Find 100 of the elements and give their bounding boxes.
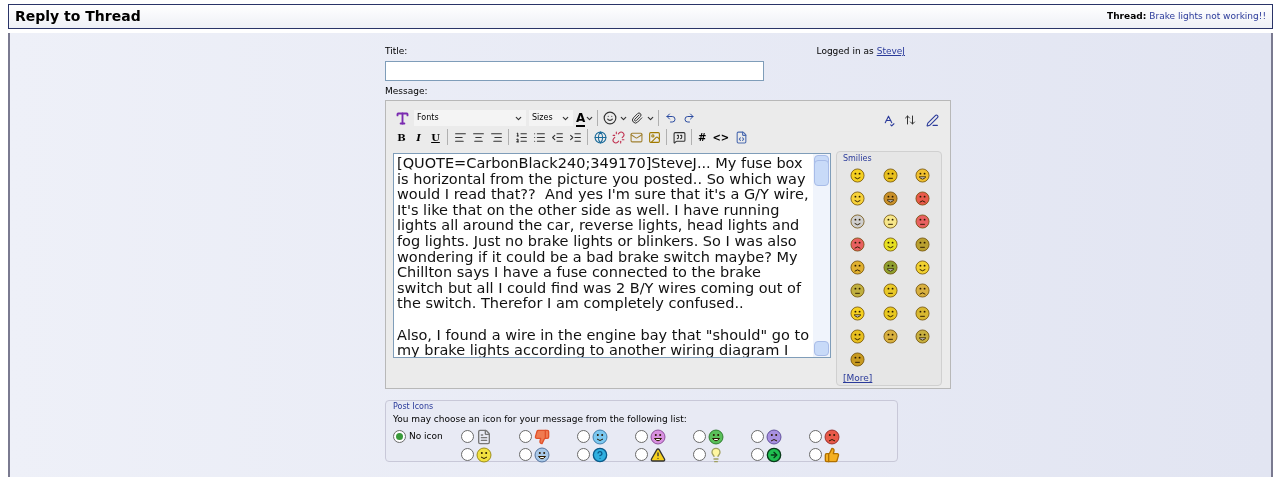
smiley-button[interactable]	[849, 167, 866, 184]
radio-button[interactable]	[751, 448, 764, 461]
smiley-button[interactable]	[881, 167, 899, 184]
post-icons-instruction: You may choose an icon for your message from the following list:	[393, 413, 687, 426]
smiley-icon	[850, 168, 865, 183]
smiley-icon	[882, 168, 898, 183]
smiley-icon	[882, 214, 898, 229]
code-file-icon	[734, 130, 748, 144]
envelope-icon	[629, 130, 643, 144]
logged-in-text: Logged in as	[816, 45, 874, 58]
radio-button[interactable]	[461, 448, 474, 461]
smiley-icon	[882, 283, 898, 298]
smiley-button[interactable]	[849, 351, 866, 368]
up-down-arrows-icon	[904, 114, 916, 126]
smiley-icon	[882, 237, 898, 252]
arrow-right-icon	[766, 446, 782, 463]
radio-button[interactable]	[635, 448, 648, 461]
tag-button[interactable]: <>	[709, 128, 733, 146]
radio-button[interactable]	[577, 430, 590, 443]
smiley-icon	[915, 260, 931, 275]
smiley-button[interactable]	[914, 305, 932, 322]
radio-button[interactable]	[519, 430, 532, 443]
smiley-button[interactable]	[881, 213, 899, 230]
smiley-button[interactable]	[849, 282, 866, 299]
post-icons-legend: Post Icons	[393, 401, 434, 413]
angry-face-icon	[824, 428, 840, 445]
format-button[interactable]: B	[393, 128, 410, 146]
smiley-button[interactable]	[914, 167, 932, 184]
image-icon	[647, 130, 661, 144]
smiley-button[interactable]	[914, 282, 932, 299]
smiley-icon	[603, 111, 618, 125]
indent-icon	[568, 130, 582, 144]
font-color-button[interactable]: A	[576, 109, 586, 127]
smiley-icon	[650, 428, 666, 445]
font-select[interactable]: Fonts	[414, 110, 526, 126]
grin-icon	[708, 428, 724, 445]
radio-button[interactable]	[635, 430, 648, 443]
paperclip-icon	[631, 112, 644, 124]
numbered-list-icon	[514, 130, 528, 144]
smiley-button[interactable]	[914, 259, 932, 276]
bullet-list-icon	[532, 130, 546, 144]
smiley-icon	[850, 352, 865, 367]
title-field[interactable]	[385, 60, 764, 81]
radio-button[interactable]	[751, 430, 764, 443]
radio-button[interactable]	[393, 429, 406, 443]
format-button[interactable]: U	[427, 128, 444, 146]
smiley-button[interactable]	[881, 305, 899, 322]
sad-face-icon	[766, 428, 782, 445]
smiley-button[interactable]	[914, 213, 932, 230]
thread-link[interactable]: Brake lights not working!!	[1149, 9, 1266, 24]
radio-button[interactable]	[809, 430, 822, 443]
smiley-button[interactable]	[849, 190, 866, 207]
smiley-button[interactable]	[881, 282, 899, 299]
smiley-icon	[476, 446, 492, 463]
smiley-button[interactable]	[849, 213, 866, 230]
smiley-button[interactable]	[881, 190, 899, 207]
more-link[interactable]: [More]	[843, 372, 873, 386]
smiley-button[interactable]	[849, 305, 866, 322]
remove-format-button[interactable]	[923, 111, 941, 129]
align-left-icon	[453, 130, 467, 144]
smiley-button[interactable]	[849, 259, 866, 276]
radio-button[interactable]	[809, 448, 822, 461]
smiley-icon	[882, 191, 898, 206]
option-label: No icon	[409, 429, 443, 443]
smiley-icon	[850, 191, 865, 206]
scrollbar[interactable]	[813, 154, 830, 357]
quote-icon	[672, 130, 686, 144]
smiley-button[interactable]	[914, 190, 932, 207]
smiley-icon	[915, 329, 931, 344]
radio-button[interactable]	[693, 448, 706, 461]
smiley-icon	[850, 260, 865, 275]
size-select[interactable]: Sizes	[529, 110, 573, 126]
outdent-icon	[550, 130, 564, 144]
format-button[interactable]: I	[410, 128, 427, 146]
smiley-button[interactable]	[914, 236, 932, 253]
tag-button[interactable]: #	[695, 128, 710, 146]
smiley-button[interactable]	[849, 236, 866, 253]
thumbs-up-icon	[824, 446, 840, 463]
smiley-button[interactable]	[881, 259, 899, 276]
radio-button[interactable]	[519, 448, 532, 461]
document-icon	[476, 428, 492, 445]
align-right-icon	[489, 130, 503, 144]
smiley-icon	[915, 191, 931, 206]
unlink-button[interactable]	[609, 128, 627, 146]
link-button[interactable]	[591, 128, 609, 146]
user-link[interactable]: SteveJ	[876, 45, 905, 59]
smilies-legend: Smilies	[843, 153, 872, 165]
radio-button[interactable]	[577, 448, 590, 461]
smiley-button[interactable]	[849, 328, 866, 345]
smiley-icon	[915, 168, 931, 183]
radio-button[interactable]	[461, 430, 474, 443]
radio-button[interactable]	[693, 430, 706, 443]
smiley-icon	[592, 428, 608, 445]
smiley-icon	[850, 237, 865, 252]
title-label: Title:	[385, 45, 408, 58]
smiley-icon	[882, 329, 898, 344]
smiley-button[interactable]	[914, 328, 932, 345]
smiley-icon	[850, 306, 865, 321]
smiley-icon	[915, 237, 931, 252]
smiley-button[interactable]	[881, 328, 899, 345]
